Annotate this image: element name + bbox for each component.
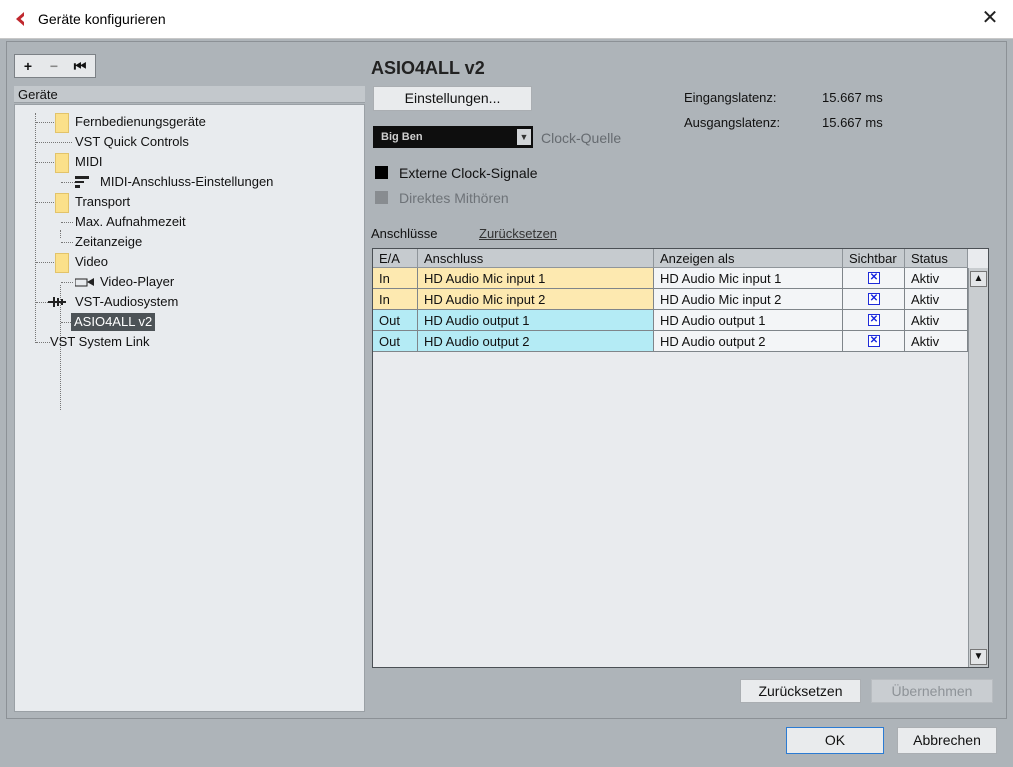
ports-label: Anschlüsse (371, 226, 438, 241)
reset-button[interactable]: Zurücksetzen (740, 679, 861, 703)
input-latency-value: 15.667 ms (822, 90, 883, 105)
tree-item-video-player[interactable]: Video-Player (100, 273, 174, 291)
cell-status: Aktiv (905, 268, 968, 289)
tree-header: Geräte (14, 86, 365, 103)
output-latency-label: Ausgangslatenz: (684, 115, 781, 130)
tree-item-time-display[interactable]: Zeitanzeige (75, 233, 142, 251)
cell-display-as[interactable]: HD Audio output 1 (654, 310, 843, 331)
tree-item-vst-system-link[interactable]: VST System Link (50, 333, 149, 351)
tree-toolbar: + − ⏮ (14, 54, 96, 78)
ok-button[interactable]: OK (786, 727, 884, 754)
close-icon[interactable]: ✕ (980, 8, 1000, 28)
tree-item-remote[interactable]: Fernbedienungsgeräte (75, 113, 206, 131)
video-player-icon (75, 278, 94, 287)
cell-port: HD Audio Mic input 1 (418, 268, 654, 289)
add-device-button[interactable]: + (15, 55, 41, 77)
cell-io: In (373, 289, 418, 310)
visible-checkbox[interactable]: ✕ (868, 314, 880, 326)
cell-port: HD Audio Mic input 2 (418, 289, 654, 310)
ports-reset-link[interactable]: Zurücksetzen (479, 226, 557, 241)
tree-item-vst-quick-controls[interactable]: VST Quick Controls (75, 133, 189, 151)
direct-monitor-label: Direktes Mithören (399, 190, 509, 206)
cell-display-as[interactable]: HD Audio Mic input 1 (654, 268, 843, 289)
cell-visible: ✕ (843, 331, 905, 352)
cell-display-as[interactable]: HD Audio output 2 (654, 331, 843, 352)
scroll-up-icon[interactable]: ▲ (970, 271, 987, 287)
direct-monitor-checkbox[interactable] (375, 191, 388, 204)
tree-item-max-rec-time[interactable]: Max. Aufnahmezeit (75, 213, 186, 231)
input-latency-label: Eingangslatenz: (684, 90, 777, 105)
cell-visible: ✕ (843, 268, 905, 289)
col-header-status[interactable]: Status (905, 249, 968, 268)
cell-io: Out (373, 310, 418, 331)
tree-item-midi-port-settings[interactable]: MIDI-Anschluss-Einstellungen (100, 173, 273, 191)
cell-visible: ✕ (843, 289, 905, 310)
tree-item-transport[interactable]: Transport (75, 193, 130, 211)
cell-display-as[interactable]: HD Audio Mic input 2 (654, 289, 843, 310)
clock-source-value: Big Ben (381, 131, 423, 143)
folder-icon (55, 253, 69, 273)
audio-system-icon (48, 297, 66, 307)
midi-port-icon (75, 176, 89, 188)
reset-device-button[interactable]: ⏮ (67, 55, 93, 77)
visible-checkbox[interactable]: ✕ (868, 272, 880, 284)
clock-source-select[interactable]: Big Ben ▼ (373, 126, 533, 148)
cell-status: Aktiv (905, 310, 968, 331)
cell-visible: ✕ (843, 310, 905, 331)
remove-device-button[interactable]: − (41, 55, 67, 77)
external-clock-checkbox[interactable] (375, 166, 388, 179)
device-tree: Fernbedienungsgeräte VST Quick Controls … (14, 104, 365, 712)
output-latency-value: 15.667 ms (822, 115, 883, 130)
table-scrollbar[interactable]: ▲ ▼ (968, 268, 988, 667)
folder-icon (55, 153, 69, 173)
col-header-io[interactable]: E/A (373, 249, 418, 268)
tree-item-vst-audio-system[interactable]: VST-Audiosystem (75, 293, 178, 311)
apply-button[interactable]: Übernehmen (871, 679, 993, 703)
cubase-logo-icon (16, 12, 24, 26)
cancel-button[interactable]: Abbrechen (897, 727, 997, 754)
ports-table: E/A Anschluss Anzeigen als Sichtbar Stat… (372, 248, 989, 668)
cell-status: Aktiv (905, 289, 968, 310)
cell-port: HD Audio output 2 (418, 331, 654, 352)
window-title: Geräte konfigurieren (38, 11, 166, 27)
col-header-port[interactable]: Anschluss (418, 249, 654, 268)
clock-source-label: Clock-Quelle (541, 130, 622, 146)
settings-button[interactable]: Einstellungen... (373, 86, 532, 111)
visible-checkbox[interactable]: ✕ (868, 335, 880, 347)
external-clock-label: Externe Clock-Signale (399, 165, 538, 181)
cell-io: In (373, 268, 418, 289)
col-header-display-as[interactable]: Anzeigen als (654, 249, 843, 268)
folder-icon (55, 113, 69, 133)
cell-status: Aktiv (905, 331, 968, 352)
col-header-visible[interactable]: Sichtbar (843, 249, 905, 268)
tree-item-asio4all[interactable]: ASIO4ALL v2 (71, 313, 156, 331)
tree-item-midi[interactable]: MIDI (75, 153, 102, 171)
cell-port: HD Audio output 1 (418, 310, 654, 331)
tree-item-video[interactable]: Video (75, 253, 108, 271)
visible-checkbox[interactable]: ✕ (868, 293, 880, 305)
folder-icon (55, 193, 69, 213)
scroll-down-icon[interactable]: ▼ (970, 649, 987, 665)
cell-io: Out (373, 331, 418, 352)
chevron-down-icon[interactable]: ▼ (517, 129, 531, 145)
device-title: ASIO4ALL v2 (371, 58, 485, 78)
